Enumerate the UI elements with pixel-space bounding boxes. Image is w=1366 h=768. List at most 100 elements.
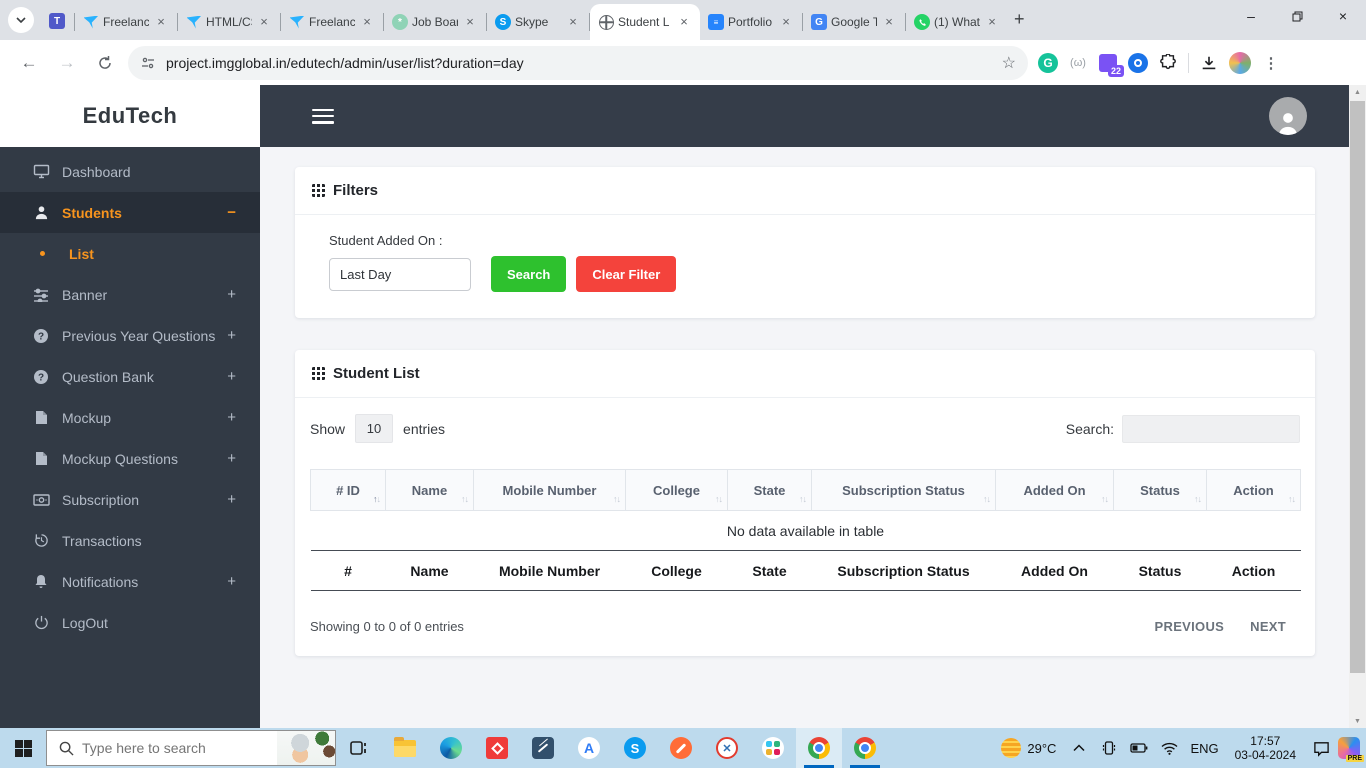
column-header-subscription[interactable]: Subscription Status [811, 469, 996, 511]
expand-icon[interactable]: + [227, 573, 236, 590]
column-header-college[interactable]: College [625, 469, 728, 511]
site-info-icon[interactable] [140, 55, 156, 71]
close-icon[interactable]: × [565, 14, 581, 30]
menu-kebab-icon[interactable]: ⋮ [1261, 53, 1281, 73]
column-header-status[interactable]: Status [1113, 469, 1207, 511]
column-header-name[interactable]: Name [385, 469, 474, 511]
restore-button[interactable] [1274, 0, 1320, 32]
weather-widget[interactable]: 29°C [995, 738, 1062, 758]
sidebar-item-dashboard[interactable]: Dashboard [0, 151, 260, 192]
tab-google-translate[interactable]: G Google T × [803, 4, 905, 40]
chrome-button-2[interactable] [842, 728, 888, 768]
taskbar-search-input[interactable] [82, 740, 242, 756]
sidebar-item-previous-year-questions[interactable]: ? Previous Year Questions + [0, 315, 260, 356]
sidebar-item-banner[interactable]: Banner + [0, 274, 260, 315]
clear-filter-button[interactable]: Clear Filter [576, 256, 677, 292]
hamburger-menu-icon[interactable] [312, 108, 334, 124]
back-button[interactable]: ← [15, 49, 43, 77]
expand-icon[interactable]: + [227, 409, 236, 426]
scrollbar-thumb[interactable] [1350, 101, 1365, 673]
collapse-icon[interactable]: − [227, 204, 236, 221]
expand-icon[interactable]: + [227, 327, 236, 344]
downloads-icon[interactable] [1199, 53, 1219, 73]
expand-icon[interactable]: + [227, 491, 236, 508]
start-button[interactable] [0, 728, 46, 768]
sidebar-item-list[interactable]: List [0, 233, 260, 274]
taskbar-search-box[interactable] [46, 730, 336, 766]
sidebar-item-notifications[interactable]: Notifications + [0, 561, 260, 602]
close-icon[interactable]: × [881, 14, 897, 30]
notification-center-icon[interactable] [1308, 740, 1334, 757]
slack-button[interactable] [750, 728, 796, 768]
column-header-action[interactable]: Action [1206, 469, 1301, 511]
scroll-down-arrow[interactable]: ▼ [1349, 714, 1366, 728]
new-tab-button[interactable]: + [1014, 9, 1025, 30]
bookmark-star-icon[interactable]: ☆ [1002, 53, 1016, 73]
close-icon[interactable]: × [359, 14, 375, 30]
expand-icon[interactable]: + [227, 286, 236, 303]
app-logo[interactable]: EduTech [83, 103, 178, 129]
close-icon[interactable]: × [676, 14, 692, 30]
clock[interactable]: 17:57 03-04-2024 [1227, 734, 1304, 762]
tab-job-board[interactable]: * Job Boar × [384, 4, 486, 40]
battery-icon[interactable] [1126, 742, 1152, 754]
tab-teams-pinned[interactable]: T [40, 4, 74, 38]
search-doodle-image[interactable] [277, 731, 335, 765]
expand-icon[interactable]: + [227, 368, 236, 385]
close-icon[interactable]: × [984, 14, 1000, 30]
phone-link-icon[interactable] [1096, 740, 1122, 756]
tab-student-list-active[interactable]: Student L × [590, 4, 700, 40]
pgadmin-button[interactable] [520, 728, 566, 768]
sidebar-item-mockup[interactable]: Mockup + [0, 397, 260, 438]
coupon-extension-icon[interactable]: 22 [1098, 53, 1124, 77]
column-header-mobile[interactable]: Mobile Number [473, 469, 626, 511]
page-scrollbar[interactable]: ▲ ▼ [1349, 85, 1366, 728]
table-search-input[interactable] [1122, 414, 1300, 443]
blue-extension-icon[interactable] [1128, 52, 1148, 73]
wifi-icon[interactable] [1156, 742, 1182, 755]
sidebar-item-logout[interactable]: LogOut [0, 602, 260, 643]
tab-whatsapp[interactable]: (1) What × [906, 4, 1008, 40]
close-icon[interactable]: × [256, 14, 272, 30]
column-header-state[interactable]: State [727, 469, 812, 511]
tab-search-button[interactable] [8, 7, 34, 33]
expand-icon[interactable]: + [227, 450, 236, 467]
next-page-button[interactable]: NEXT [1250, 619, 1286, 634]
close-icon[interactable]: × [778, 14, 794, 30]
design-tool-button[interactable]: A [566, 728, 612, 768]
screen-capture-button[interactable]: ✕ [704, 728, 750, 768]
previous-page-button[interactable]: PREVIOUS [1155, 619, 1225, 634]
muted-extension-icon[interactable]: (ω) [1068, 53, 1088, 73]
column-header-added-on[interactable]: Added On [995, 469, 1114, 511]
page-size-select[interactable]: 10 [355, 414, 394, 443]
tab-freelance-1[interactable]: Freelance × [75, 4, 177, 40]
skype-button[interactable]: S [612, 728, 658, 768]
sidebar-item-transactions[interactable]: Transactions [0, 520, 260, 561]
omnibox[interactable]: project.imgglobal.in/edutech/admin/user/… [128, 45, 1028, 80]
language-indicator[interactable]: ENG [1186, 741, 1222, 756]
close-window-button[interactable]: × [1320, 0, 1366, 32]
scroll-up-arrow[interactable]: ▲ [1349, 85, 1366, 99]
red-app-button[interactable] [474, 728, 520, 768]
url-text[interactable]: project.imgglobal.in/edutech/admin/user/… [166, 55, 1002, 71]
grammarly-icon[interactable]: G [1038, 52, 1058, 73]
task-view-button[interactable] [336, 728, 382, 768]
sidebar-item-students[interactable]: Students − [0, 192, 260, 233]
copilot-icon[interactable]: PRE [1338, 737, 1364, 762]
close-icon[interactable]: × [153, 14, 169, 30]
sidebar-item-subscription[interactable]: Subscription + [0, 479, 260, 520]
sidebar-item-mockup-questions[interactable]: Mockup Questions + [0, 438, 260, 479]
edge-button[interactable] [428, 728, 474, 768]
sidebar-item-question-bank[interactable]: ? Question Bank + [0, 356, 260, 397]
tab-htmlcss[interactable]: HTML/CS × [178, 4, 280, 40]
forward-button[interactable]: → [53, 49, 81, 77]
chrome-button-active[interactable] [796, 728, 842, 768]
reload-button[interactable] [91, 49, 119, 77]
minimize-button[interactable]: – [1228, 0, 1274, 32]
search-button[interactable]: Search [491, 256, 567, 292]
tab-portfolio[interactable]: ≡ Portfolio × [700, 4, 802, 40]
column-header-id[interactable]: # ID [310, 469, 386, 511]
file-explorer-button[interactable] [382, 728, 428, 768]
tab-freelance-2[interactable]: Freelance × [281, 4, 383, 40]
tray-chevron-up-icon[interactable] [1066, 744, 1092, 752]
